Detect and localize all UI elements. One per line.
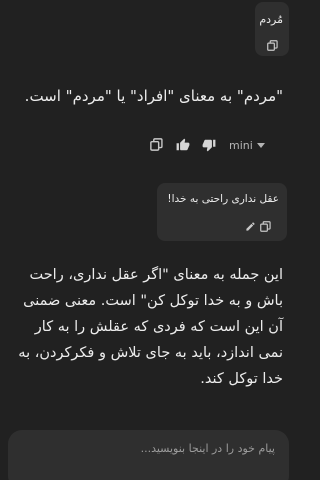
user-message-bubble: مُردم: [255, 2, 289, 56]
message-actions: mini: [150, 136, 265, 154]
chat-window: مُردم "مردم" به معنای "افراد" یا "مردم" …: [0, 0, 297, 480]
chevron-down-icon: [256, 142, 265, 148]
model-selector-button[interactable]: mini: [229, 139, 265, 152]
assistant-message-text: "مردم" به معنای "افراد" یا "مردم" است.: [24, 87, 283, 105]
message-input[interactable]: [25, 442, 275, 455]
composer: [8, 430, 289, 480]
thumbs-up-icon[interactable]: [176, 138, 190, 152]
edit-icon[interactable]: [245, 221, 256, 232]
model-label: mini: [229, 138, 253, 152]
thumbs-down-icon[interactable]: [202, 138, 216, 152]
user-message-text: مُردم: [259, 13, 283, 26]
user-message-bubble: عقل نداری راحتی به خدا!: [157, 183, 287, 241]
copy-icon[interactable]: [150, 138, 164, 152]
copy-icon[interactable]: [267, 40, 278, 51]
assistant-message-text: این جمله به معنای "اگر عقل نداری، راحت ب…: [18, 267, 283, 387]
user-message-text: عقل نداری راحتی به خدا!: [167, 193, 279, 205]
copy-icon[interactable]: [260, 221, 271, 232]
